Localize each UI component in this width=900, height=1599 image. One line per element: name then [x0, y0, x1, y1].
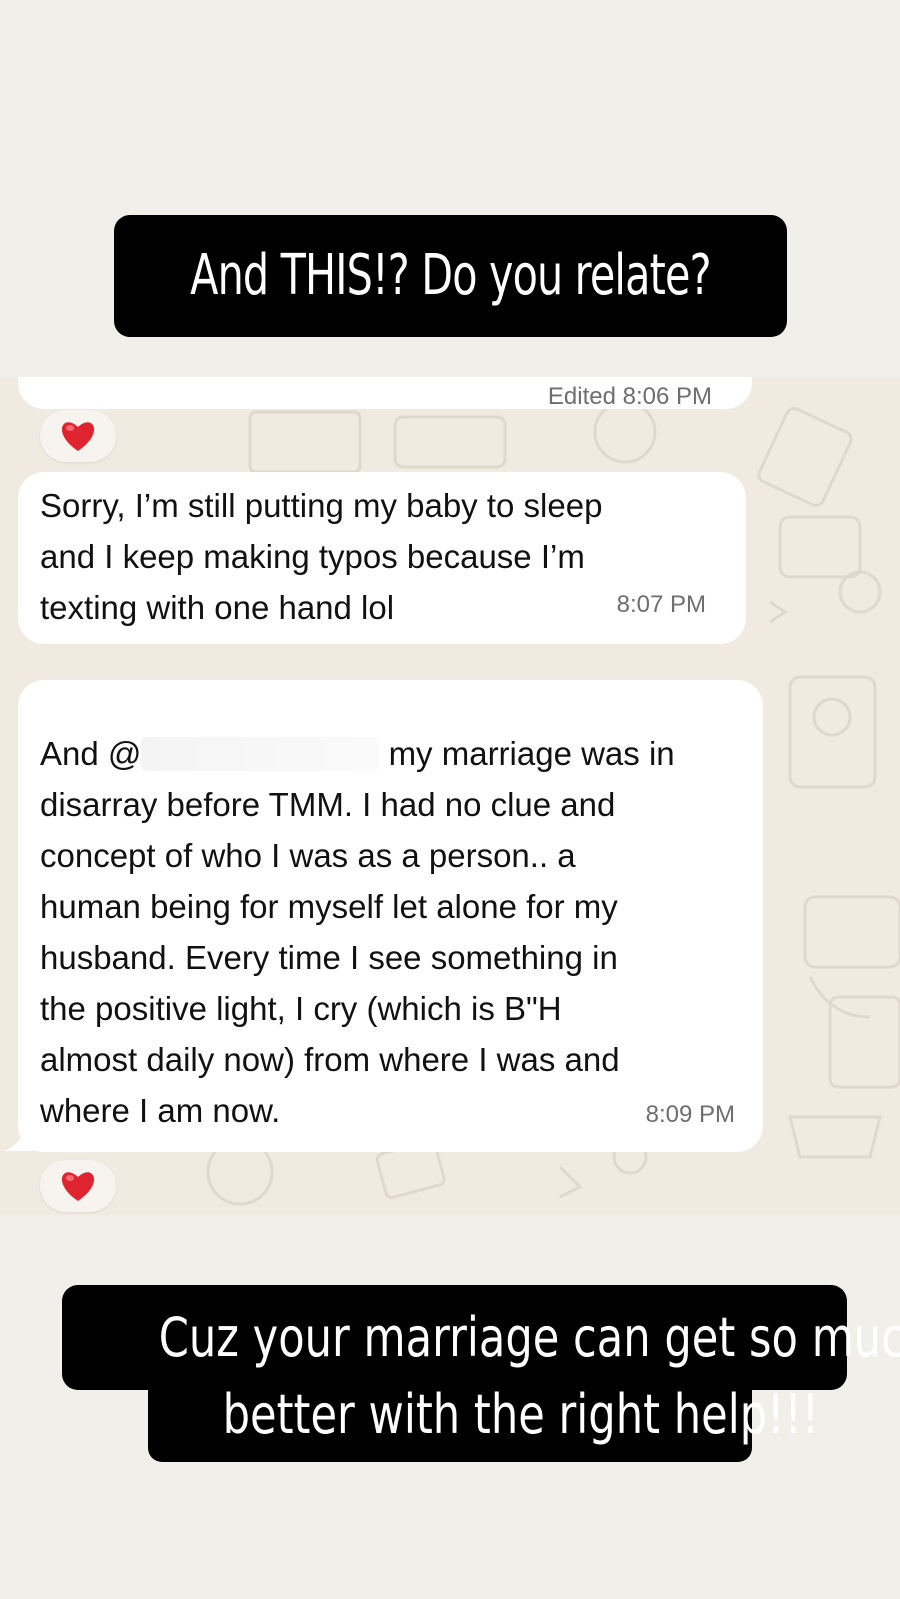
message-line: husband. Every time I see something in: [40, 939, 618, 976]
reaction-badge[interactable]: [40, 1160, 116, 1212]
redacted-mention: [141, 737, 380, 771]
reaction-badge[interactable]: [40, 410, 116, 462]
caption-bottom-line2: better with the right help!!!: [148, 1375, 819, 1462]
caption-bottom-line2-text: better with the right help!!!: [222, 1383, 820, 1446]
message-line: almost daily now) from where I was and: [40, 1041, 620, 1078]
message-line: Sorry, I’m still putting my baby to slee…: [40, 487, 603, 524]
caption-top: And THIS!? Do you relate?: [114, 215, 787, 337]
message-line: and I keep making typos because I’m: [40, 538, 585, 575]
heart-icon: [61, 422, 95, 451]
message-line: where I am now.: [40, 1092, 281, 1129]
message-timestamp: 8:09 PM: [645, 1101, 735, 1128]
message-line: human being for myself let alone for my: [40, 888, 618, 925]
message-bubble[interactable]: Sorry, I’m still putting my baby to slee…: [18, 472, 746, 644]
heart-icon: [61, 1172, 95, 1201]
message-bubble[interactable]: And @ my marriage was in disarray before…: [18, 680, 763, 1152]
message-mention-prefix: And @: [40, 735, 142, 772]
message-timestamp: Edited 8:06 PM: [547, 383, 712, 410]
message-line: concept of who I was as a person.. a: [40, 837, 576, 874]
message-bubble-edited[interactable]: aspects Edited 8:06 PM: [18, 377, 752, 410]
message-line: the positive light, I cry (which is B"H: [40, 990, 562, 1027]
message-line: disarray before TMM. I had no clue and: [40, 786, 616, 823]
message-line-first: And @ my marriage was in: [40, 728, 741, 779]
message-timestamp: 8:07 PM: [616, 591, 706, 618]
chat-area[interactable]: aspects Edited 8:06 PM Sorry, I’m still …: [0, 377, 900, 1215]
caption-top-text: And THIS!? Do you relate?: [190, 243, 711, 308]
message-line-suffix: my marriage was in: [388, 735, 675, 772]
bubble-tail-icon: [4, 1121, 34, 1151]
